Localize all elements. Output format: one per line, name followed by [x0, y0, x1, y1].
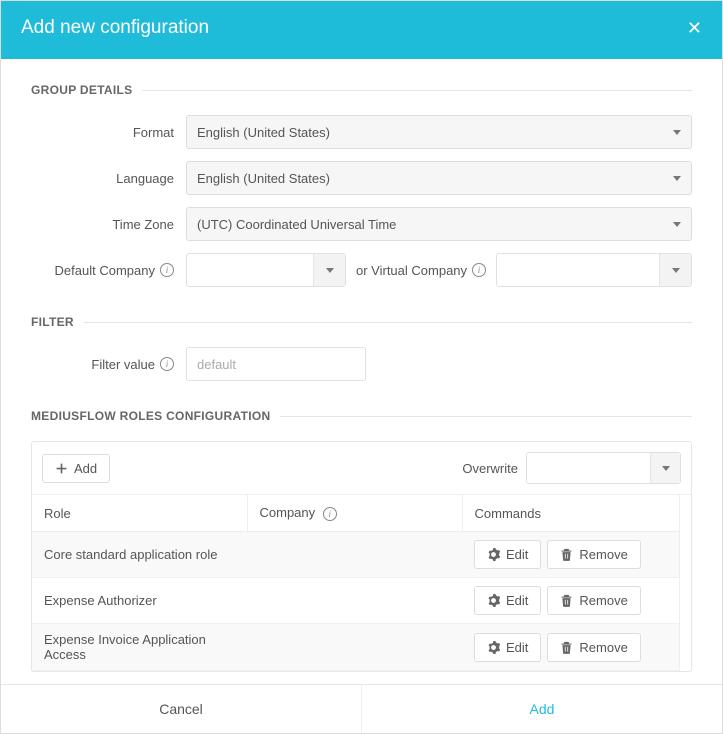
- th-company: Company i: [247, 495, 462, 532]
- row-timezone: Time Zone (UTC) Coordinated Universal Ti…: [31, 207, 692, 241]
- info-icon[interactable]: i: [323, 507, 337, 521]
- cell-role: Expense Invoice Application Access: [32, 624, 247, 671]
- label-overwrite: Overwrite: [462, 461, 518, 476]
- row-language: Language English (United States): [31, 161, 692, 195]
- format-value: English (United States): [197, 125, 330, 140]
- cell-role: Core standard application role: [32, 532, 247, 578]
- label-default-company: Default Company i: [31, 263, 186, 278]
- modal-body: GROUP DETAILS Format English (United Sta…: [1, 59, 722, 684]
- add-button[interactable]: Add: [362, 685, 722, 733]
- trash-icon: [560, 548, 573, 561]
- scrollbar[interactable]: [679, 495, 691, 671]
- language-value: English (United States): [197, 171, 330, 186]
- timezone-select[interactable]: (UTC) Coordinated Universal Time: [186, 207, 692, 241]
- info-icon[interactable]: i: [160, 263, 174, 277]
- trash-icon: [560, 594, 573, 607]
- th-commands: Commands: [462, 495, 679, 532]
- trash-icon: [560, 641, 573, 654]
- plus-icon: [55, 462, 68, 475]
- language-select[interactable]: English (United States): [186, 161, 692, 195]
- section-title-group-details: GROUP DETAILS: [31, 83, 692, 97]
- gear-icon: [487, 641, 500, 654]
- row-format: Format English (United States): [31, 115, 692, 149]
- label-timezone: Time Zone: [31, 217, 186, 232]
- virtual-company-select[interactable]: [496, 253, 692, 287]
- close-icon[interactable]: ✕: [687, 19, 702, 37]
- remove-button[interactable]: Remove: [547, 586, 640, 615]
- label-language: Language: [31, 171, 186, 186]
- remove-button[interactable]: Remove: [547, 540, 640, 569]
- cell-commands: EditRemove: [462, 624, 679, 671]
- modal-footer: Cancel Add: [1, 684, 722, 733]
- add-configuration-modal: Add new configuration ✕ GROUP DETAILS Fo…: [0, 0, 723, 734]
- roles-toolbar: Add Overwrite: [32, 442, 691, 495]
- cell-commands: EditRemove: [462, 578, 679, 624]
- edit-button[interactable]: Edit: [474, 586, 541, 615]
- label-or-virtual: or Virtual Company i: [356, 263, 486, 278]
- label-filter-value: Filter value i: [31, 357, 186, 372]
- cancel-button[interactable]: Cancel: [1, 685, 362, 733]
- edit-button[interactable]: Edit: [474, 540, 541, 569]
- th-role: Role: [32, 495, 247, 532]
- default-company-select[interactable]: [186, 253, 346, 287]
- chevron-down-icon: [673, 222, 681, 227]
- chevron-down-icon: [326, 268, 334, 273]
- toolbar-right: Overwrite: [462, 452, 681, 484]
- info-icon[interactable]: i: [160, 357, 174, 371]
- gear-icon: [487, 548, 500, 561]
- info-icon[interactable]: i: [472, 263, 486, 277]
- chevron-down-icon: [672, 268, 680, 273]
- modal-title: Add new configuration: [21, 17, 209, 39]
- row-filter-value: Filter value i: [31, 347, 692, 381]
- format-select[interactable]: English (United States): [186, 115, 692, 149]
- chevron-down-icon: [673, 130, 681, 135]
- cell-company: [247, 578, 462, 624]
- filter-value-input[interactable]: [186, 347, 366, 381]
- section-title-filter: FILTER: [31, 315, 692, 329]
- label-format: Format: [31, 125, 186, 140]
- chevron-down-icon: [673, 176, 681, 181]
- section-title-roles: MEDIUSFLOW ROLES CONFIGURATION: [31, 409, 692, 423]
- table-row: Expense Invoice Application Access EditRe…: [32, 624, 679, 671]
- overwrite-select[interactable]: [526, 452, 681, 484]
- table-row: Expense Authorizer EditRemove: [32, 578, 679, 624]
- chevron-down-icon: [662, 466, 670, 471]
- cell-commands: EditRemove: [462, 532, 679, 578]
- row-company: Default Company i or Virtual Company i: [31, 253, 692, 287]
- cell-role: Expense Authorizer: [32, 578, 247, 624]
- edit-button[interactable]: Edit: [474, 633, 541, 662]
- table-row: Core standard application role EditRemove: [32, 532, 679, 578]
- cell-company: [247, 532, 462, 578]
- modal-header: Add new configuration ✕: [1, 1, 722, 59]
- roles-table: Role Company i Commands Core standard ap…: [32, 495, 679, 671]
- roles-panel: Add Overwrite Role Com: [31, 441, 692, 672]
- remove-button[interactable]: Remove: [547, 633, 640, 662]
- cell-company: [247, 624, 462, 671]
- add-role-button[interactable]: Add: [42, 454, 110, 483]
- gear-icon: [487, 594, 500, 607]
- timezone-value: (UTC) Coordinated Universal Time: [197, 217, 396, 232]
